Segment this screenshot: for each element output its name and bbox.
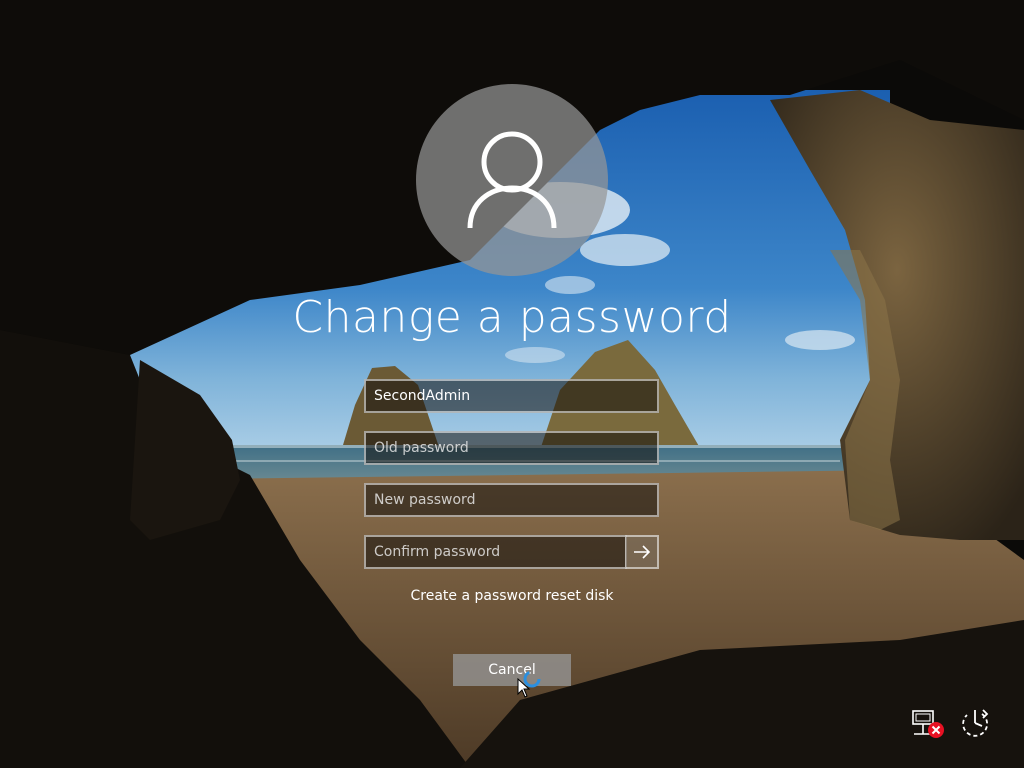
new-password-field[interactable]: New password [364, 483, 659, 517]
user-avatar [416, 84, 608, 276]
old-password-placeholder: Old password [374, 440, 469, 456]
username-value: SecondAdmin [374, 388, 471, 404]
cancel-button[interactable]: Cancel [453, 654, 571, 686]
user-icon [467, 131, 557, 229]
mouse-pointer-icon [517, 678, 531, 698]
network-disconnected-icon[interactable] [910, 708, 946, 740]
confirm-password-placeholder: Confirm password [374, 544, 501, 560]
confirm-password-field[interactable]: Confirm password [364, 535, 627, 569]
create-reset-disk-link[interactable]: Create a password reset disk [0, 588, 1024, 604]
submit-button[interactable] [625, 535, 659, 569]
old-password-field[interactable]: Old password [364, 431, 659, 465]
username-field[interactable]: SecondAdmin [364, 379, 659, 413]
new-password-placeholder: New password [374, 492, 476, 508]
page-title: Change a password [292, 292, 732, 343]
arrow-right-icon [633, 545, 650, 559]
power-icon[interactable] [958, 706, 994, 740]
